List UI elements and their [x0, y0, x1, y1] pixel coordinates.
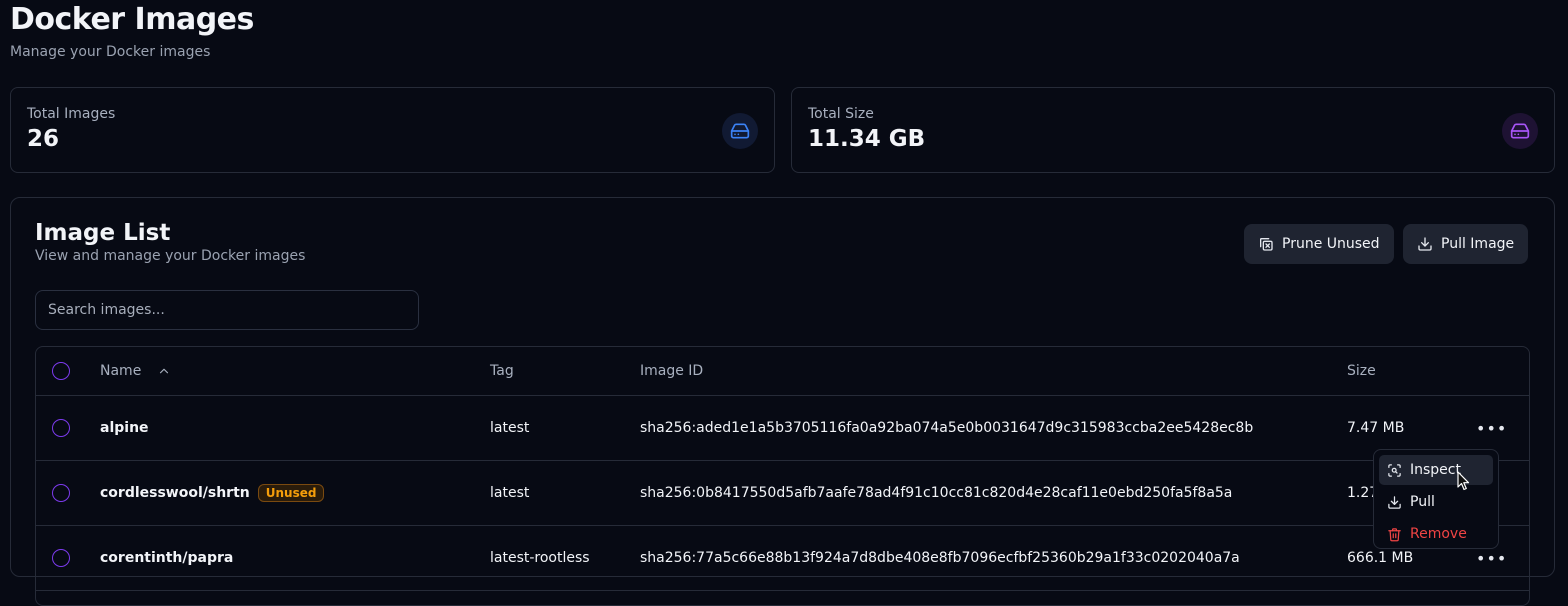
inspect-icon	[1388, 463, 1401, 477]
menu-item-label: Remove	[1410, 526, 1467, 542]
column-name-label: Name	[100, 363, 142, 379]
image-name: corentinth/papra	[100, 550, 234, 566]
sort-ascending-icon	[160, 368, 169, 374]
more-actions-icon[interactable]: •••	[1476, 549, 1507, 568]
column-tag-header[interactable]: Tag	[490, 347, 514, 395]
column-name-header[interactable]: Name	[100, 347, 171, 395]
select-all-checkbox[interactable]	[52, 362, 70, 380]
row-checkbox[interactable]	[52, 484, 70, 502]
prune-unused-button[interactable]: Prune Unused	[1244, 224, 1394, 264]
more-actions-icon[interactable]: •••	[1476, 419, 1507, 438]
stat-value: 11.34 GB	[808, 126, 926, 152]
row-checkbox[interactable]	[52, 419, 70, 437]
pull-image-label: Pull Image	[1441, 236, 1515, 252]
image-list-title: Image List	[35, 220, 171, 246]
image-id: sha256:77a5c66e88b13f924a7d8dbe408e8fb70…	[640, 550, 1240, 566]
page-title: Docker Images	[10, 2, 254, 37]
table-row[interactable]: alpine latest sha256:aded1e1a5b3705116fa…	[36, 396, 1529, 461]
column-size-header[interactable]: Size	[1347, 347, 1376, 395]
stat-value: 26	[27, 126, 60, 152]
hard-drive-icon	[722, 113, 758, 149]
menu-item-remove[interactable]: Remove	[1379, 519, 1493, 549]
stat-card-total-images: Total Images 26	[10, 87, 775, 173]
menu-item-label: Pull	[1410, 494, 1435, 510]
pull-image-button[interactable]: Pull Image	[1403, 224, 1529, 264]
menu-item-label: Inspect	[1410, 462, 1461, 478]
download-icon	[1388, 495, 1401, 509]
row-actions-menu: Inspect Pull Remove	[1373, 449, 1499, 549]
image-tag: latest-rootless	[490, 550, 590, 566]
download-icon	[1418, 237, 1432, 251]
image-name: alpine	[100, 420, 149, 436]
image-id: sha256:0b8417550d5afb7aafe78ad4f91c10cc8…	[640, 485, 1233, 501]
unused-badge: Unused	[257, 484, 325, 502]
images-table: Name Tag Image ID Size alpine latest sha…	[35, 346, 1530, 606]
stat-card-total-size: Total Size 11.34 GB	[791, 87, 1555, 173]
prune-unused-label: Prune Unused	[1282, 236, 1380, 252]
image-tag: latest	[490, 485, 530, 501]
row-checkbox[interactable]	[52, 549, 70, 567]
column-image-id-header[interactable]: Image ID	[640, 347, 703, 395]
table-row[interactable]: cordlesswool/shrtn Unused latest sha256:…	[36, 461, 1529, 526]
image-list-subtitle: View and manage your Docker images	[35, 248, 306, 264]
mouse-cursor-icon	[1457, 471, 1470, 491]
stat-label: Total Size	[808, 106, 874, 122]
table-header: Name Tag Image ID Size	[36, 347, 1529, 396]
image-name: cordlesswool/shrtn	[100, 485, 250, 501]
search-input[interactable]	[35, 290, 419, 330]
image-tag: latest	[490, 420, 530, 436]
page-subtitle: Manage your Docker images	[10, 44, 211, 60]
trash-icon	[1388, 527, 1401, 541]
hard-drive-icon	[1502, 113, 1538, 149]
image-list-card: Image List View and manage your Docker i…	[10, 197, 1555, 606]
stat-label: Total Images	[27, 106, 116, 122]
menu-item-pull[interactable]: Pull	[1379, 487, 1493, 517]
menu-item-inspect[interactable]: Inspect	[1379, 455, 1493, 485]
image-id: sha256:aded1e1a5b3705116fa0a92ba074a5e0b…	[640, 420, 1254, 436]
prune-icon	[1260, 238, 1273, 251]
